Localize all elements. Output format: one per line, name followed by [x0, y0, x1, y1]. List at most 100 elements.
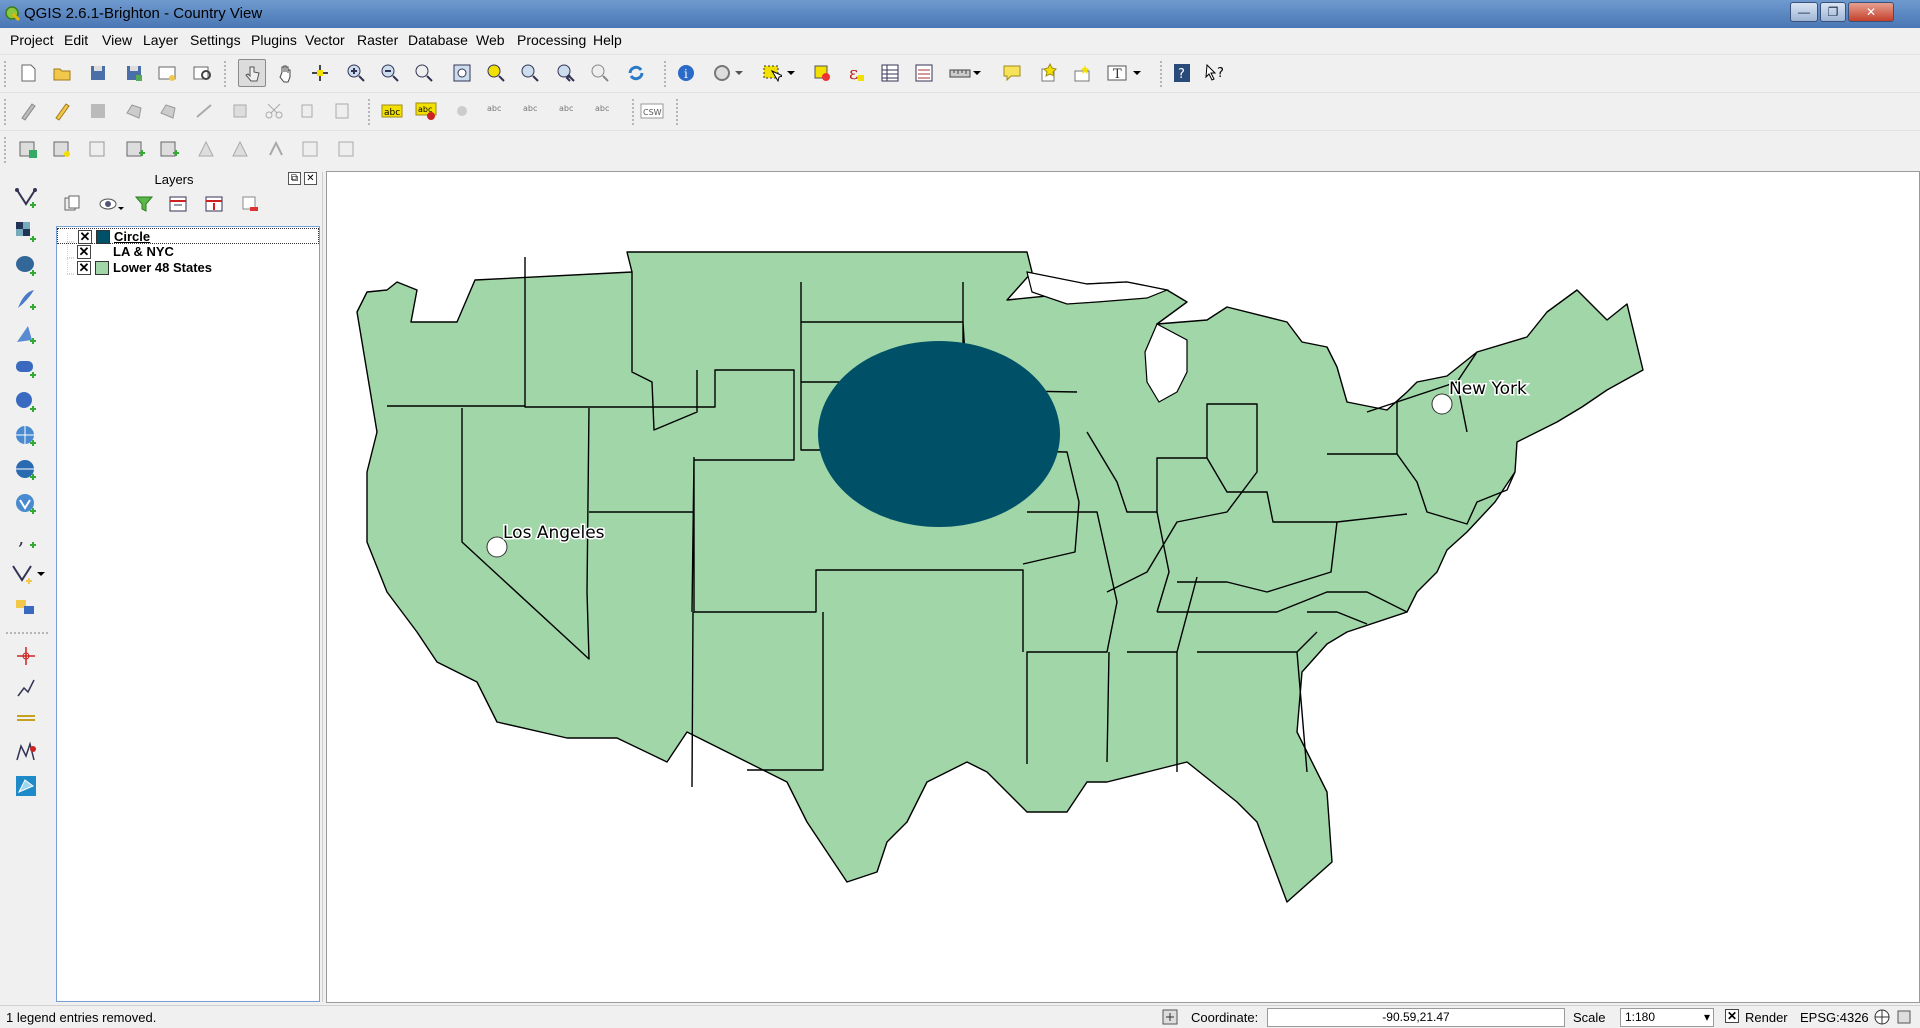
rotate-label-icon[interactable]: abc — [554, 97, 582, 125]
offset-curve-icon[interactable] — [12, 704, 40, 732]
new-shapefile-layer-icon[interactable] — [8, 560, 36, 588]
layer-visibility-checkbox[interactable]: ✕ — [78, 230, 92, 244]
save-edits-icon[interactable] — [84, 97, 112, 125]
visibility-icon[interactable] — [96, 192, 126, 216]
layer-visibility-checkbox[interactable]: ✕ — [77, 261, 91, 275]
select-by-expression-icon[interactable]: ε — [842, 59, 870, 87]
add-virtual-layer-icon[interactable] — [12, 594, 40, 622]
menu-help[interactable]: Help — [593, 32, 622, 48]
toggle-editing-icon[interactable] — [48, 97, 76, 125]
add-raster-layer-icon[interactable] — [12, 218, 40, 246]
toolbar-grip[interactable] — [224, 61, 228, 87]
pan-map-icon[interactable] — [272, 59, 300, 87]
help-contents-icon[interactable]: ? — [1168, 59, 1196, 87]
add-wcs-layer-icon[interactable] — [12, 456, 40, 484]
toolbar-grip[interactable] — [664, 61, 668, 87]
toolbar-grip[interactable] — [368, 99, 372, 125]
spatial-query-icon[interactable] — [332, 135, 360, 163]
maximize-button[interactable]: ❐ — [1820, 2, 1846, 22]
menu-edit[interactable]: Edit — [64, 32, 88, 48]
chevron-down-icon[interactable] — [970, 59, 984, 87]
cut-features-icon[interactable] — [260, 97, 288, 125]
heatmap-icon[interactable] — [192, 135, 220, 163]
open-project-icon[interactable] — [48, 59, 76, 87]
add-spatialite-layer-icon[interactable] — [12, 286, 40, 314]
add-mssql-layer-icon[interactable] — [12, 320, 40, 348]
menu-plugins[interactable]: Plugins — [251, 32, 297, 48]
zoom-next-icon[interactable] — [586, 59, 614, 87]
menu-raster[interactable]: Raster — [357, 32, 398, 48]
zoom-native-icon[interactable] — [410, 59, 438, 87]
circle-feature[interactable] — [818, 341, 1060, 527]
refresh-icon[interactable] — [622, 59, 650, 87]
add-group-icon[interactable] — [166, 192, 190, 216]
render-checkbox[interactable]: ✕ — [1725, 1009, 1739, 1023]
copy-features-icon[interactable] — [294, 97, 322, 125]
coordinate-field[interactable]: -90.59,21.47 — [1267, 1008, 1565, 1027]
identify-icon[interactable]: i — [672, 59, 700, 87]
messages-icon[interactable] — [1894, 1007, 1914, 1027]
touch-zoom-pan-icon[interactable] — [238, 59, 266, 87]
paste-features-icon[interactable] — [328, 97, 356, 125]
toggle-extents-icon[interactable] — [1160, 1007, 1180, 1027]
save-as-icon[interactable] — [120, 59, 148, 87]
topology-checker-icon[interactable] — [262, 135, 290, 163]
pan-to-selection-icon[interactable] — [306, 59, 334, 87]
add-feature-icon[interactable] — [120, 97, 148, 125]
menu-view[interactable]: View — [102, 32, 132, 48]
chevron-down-icon[interactable] — [1130, 59, 1144, 87]
toolbar-grip[interactable] — [4, 99, 8, 125]
layer-visibility-checkbox[interactable]: ✕ — [77, 245, 91, 259]
move-label-icon[interactable]: abc — [518, 97, 546, 125]
close-button[interactable]: ✕ — [1848, 2, 1894, 22]
undock-panel-button[interactable]: ⧉ — [288, 172, 301, 185]
layer-item-circle[interactable]: ✕ Circle — [57, 228, 319, 244]
close-panel-button[interactable]: ✕ — [304, 172, 317, 185]
zoom-in-icon[interactable] — [342, 59, 370, 87]
crs-globe-icon[interactable] — [1872, 1007, 1892, 1027]
layer-item-lower-48-states[interactable]: ✕ Lower 48 States — [57, 260, 319, 276]
add-wfs-layer-icon[interactable] — [12, 490, 40, 518]
simplify-feature-icon[interactable] — [12, 738, 40, 766]
new-bookmark-icon[interactable] — [1034, 59, 1062, 87]
add-wfs-layer-icon[interactable] — [156, 135, 184, 163]
map-svg[interactable]: Los Angeles New York — [327, 172, 1919, 1002]
save-project-icon[interactable] — [84, 59, 112, 87]
node-tool-icon[interactable] — [190, 97, 218, 125]
highlight-pinned-labels-icon[interactable]: abc — [412, 97, 440, 125]
menu-processing[interactable]: Processing — [517, 32, 586, 48]
manage-layer-visibility-icon[interactable] — [202, 192, 226, 216]
toolbar-grip[interactable] — [4, 61, 8, 87]
new-project-icon[interactable] — [14, 59, 42, 87]
zoom-last-icon[interactable] — [552, 59, 580, 87]
toolbar-grip[interactable] — [4, 137, 8, 163]
zoom-to-selection-icon[interactable] — [482, 59, 510, 87]
road-graph-icon[interactable] — [296, 135, 324, 163]
zoom-full-icon[interactable] — [448, 59, 476, 87]
move-feature-icon[interactable] — [154, 97, 182, 125]
menu-settings[interactable]: Settings — [190, 32, 241, 48]
menu-layer[interactable]: Layer — [143, 32, 178, 48]
show-hide-labels-icon[interactable]: abc — [482, 97, 510, 125]
pin-labels-icon[interactable] — [448, 97, 476, 125]
georeferencer-icon[interactable] — [84, 135, 112, 163]
field-calculator-icon[interactable] — [910, 59, 938, 87]
toolbar-grip[interactable] — [676, 99, 680, 125]
change-label-icon[interactable]: abc — [590, 97, 618, 125]
layers-tree[interactable]: ✕ Circle ✕ LA & NYC ✕ Lower 48 States — [56, 226, 320, 1002]
interpolation-icon[interactable] — [226, 135, 254, 163]
remove-layer-icon[interactable] — [238, 192, 262, 216]
show-bookmarks-icon[interactable] — [1068, 59, 1096, 87]
map-canvas[interactable]: Los Angeles New York — [326, 171, 1920, 1003]
zoom-to-layer-icon[interactable] — [516, 59, 544, 87]
text-annotation-icon[interactable]: T — [1104, 59, 1132, 87]
add-vector-layer-icon[interactable] — [12, 184, 40, 212]
delete-selected-icon[interactable] — [226, 97, 254, 125]
chevron-down-icon[interactable] — [34, 560, 48, 588]
coordinate-capture-icon[interactable] — [48, 135, 76, 163]
scale-combobox[interactable]: 1:180 ▾ — [1620, 1008, 1714, 1027]
rotate-feature-icon[interactable] — [12, 772, 40, 800]
whats-this-icon[interactable]: ? — [1202, 59, 1230, 87]
gps-tools-icon[interactable] — [14, 135, 42, 163]
add-wms-layer-icon[interactable] — [12, 422, 40, 450]
